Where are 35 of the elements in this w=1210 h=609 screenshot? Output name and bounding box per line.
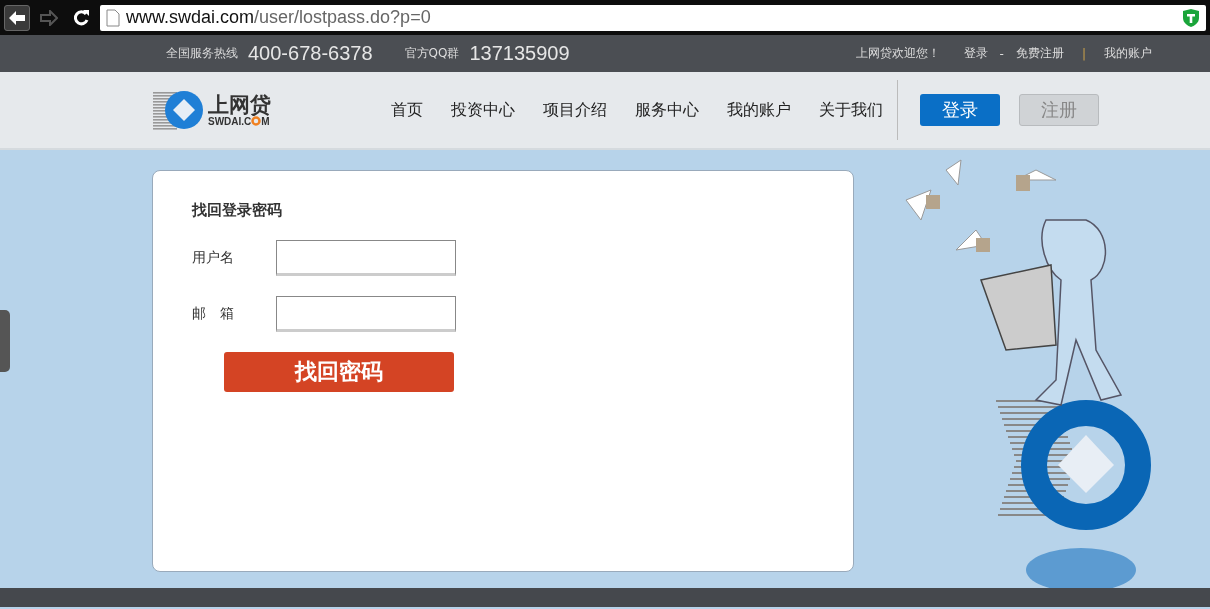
nav-link[interactable]: 投资中心	[451, 99, 515, 121]
shield-icon[interactable]	[1182, 7, 1200, 28]
address-bar[interactable]: www.swdai.com/user/lostpass.do?p=0	[100, 4, 1206, 31]
qq-group-number: 137135909	[469, 42, 570, 65]
qq-group-label: 官方QQ群	[404, 45, 460, 62]
forward-arrow-icon	[40, 9, 58, 26]
hotline-number: 400-678-6378	[248, 42, 373, 65]
nav-link[interactable]: 首页	[391, 99, 423, 121]
input-field[interactable]	[276, 296, 456, 332]
login-button[interactable]: 登录	[920, 94, 1000, 126]
back-button[interactable]	[4, 4, 30, 31]
reload-icon	[72, 8, 90, 27]
input-field[interactable]	[276, 240, 456, 276]
page-icon	[106, 8, 120, 27]
nav-link[interactable]: 项目介绍	[543, 99, 607, 121]
nav-link[interactable]: 关于我们	[819, 99, 883, 121]
hotline-label: 全国服务热线	[166, 45, 238, 62]
logo-icon	[152, 89, 204, 131]
login-link[interactable]: 登录	[963, 45, 988, 62]
separator: |	[1081, 46, 1086, 61]
submit-button[interactable]: 找回密码	[224, 352, 454, 392]
form-title: 找回登录密码	[192, 201, 283, 220]
field-label: 用户名	[192, 249, 235, 267]
logo-domain: SWDAI.C M	[208, 115, 270, 127]
logo-name: 上网贷	[208, 93, 271, 116]
logo-ring-icon	[251, 116, 262, 126]
account-link[interactable]: 我的账户	[1104, 45, 1152, 62]
register-link[interactable]: 免费注册	[1015, 45, 1064, 62]
welcome-text: 上网贷欢迎您！	[855, 45, 940, 62]
back-arrow-icon	[8, 9, 26, 26]
nav-link[interactable]: 我的账户	[727, 99, 791, 121]
nav-link[interactable]: 服务中心	[635, 99, 699, 121]
dash-separator: -	[999, 46, 1004, 61]
side-handle[interactable]	[0, 310, 10, 372]
field-label: 邮 箱	[192, 305, 235, 323]
